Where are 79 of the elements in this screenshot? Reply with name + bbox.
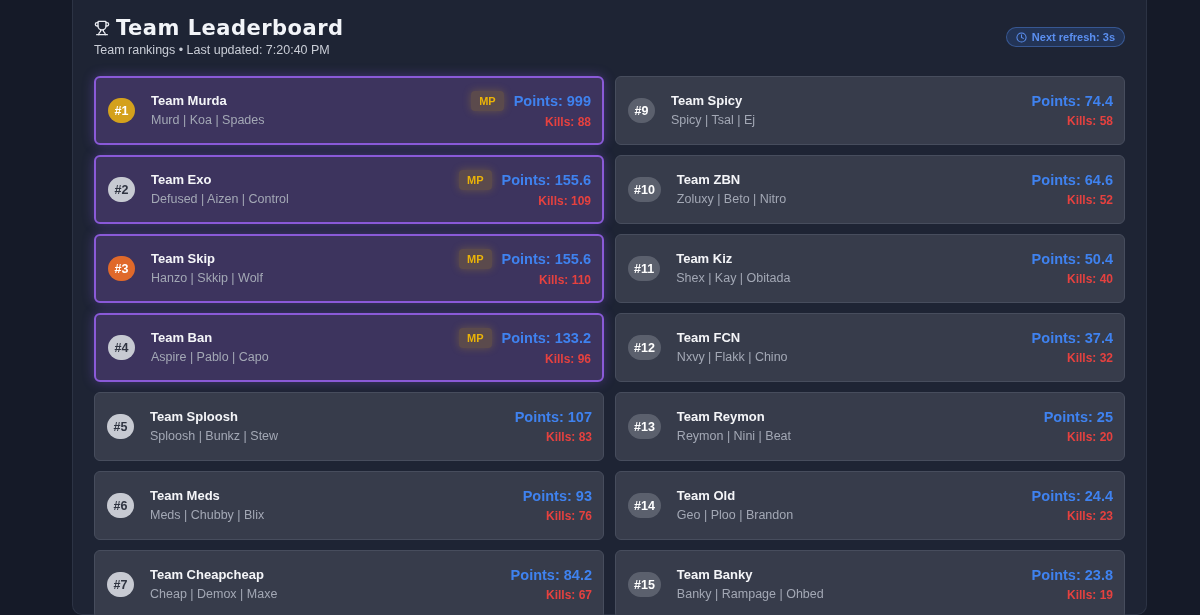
team-players: Nxvy | Flakk | Chino: [676, 349, 789, 365]
team-players: Reymon | Nini | Beat: [676, 428, 793, 444]
team-points: Points: 84.2: [510, 566, 592, 584]
team-kills: Kills: 67: [545, 588, 592, 603]
rank-badge: #15: [628, 572, 661, 597]
rank-badge: #3: [108, 256, 135, 281]
rank-badge: #5: [107, 414, 134, 439]
team-players: Banky | Rampage | Ohbed: [676, 586, 825, 602]
rank-badge: #4: [108, 335, 135, 360]
team-name: Team Skip: [151, 251, 217, 267]
team-name: Team Exo: [151, 172, 213, 188]
refresh-text: Next refresh: 3s: [1031, 31, 1115, 43]
team-players: Meds | Chubby | Blix: [150, 507, 266, 523]
team-name: Team Old: [676, 488, 737, 504]
rank-badge: #2: [108, 177, 135, 202]
team-kills: Kills: 110: [538, 273, 591, 288]
mp-badge: MP: [459, 249, 492, 269]
rank-badge: #11: [628, 256, 661, 281]
team-players: Zoluxy | Beto | Nitro: [676, 191, 788, 207]
team-name: Team Ban: [151, 330, 214, 346]
team-points: Points: 37.4: [1031, 329, 1113, 347]
team-kills: Kills: 96: [544, 352, 591, 367]
mp-badge: MP: [471, 91, 504, 111]
team-name: Team FCN: [676, 330, 742, 346]
leaderboard-title: Team Leaderboard: [116, 16, 344, 40]
clock-icon: [1015, 31, 1027, 43]
team-kills: Kills: 20: [1066, 430, 1113, 445]
team-kills: Kills: 52: [1066, 193, 1113, 208]
team-kills: Kills: 88: [544, 115, 591, 130]
team-name: Team Kiz: [676, 251, 734, 267]
rank-badge: #6: [107, 493, 134, 518]
rank-badge: #9: [628, 98, 655, 123]
team-points: Points: 74.4: [1031, 92, 1113, 110]
team-points: Points: 24.4: [1031, 487, 1113, 505]
team-points: Points: 107: [514, 408, 592, 426]
team-points: Points: 155.6: [501, 250, 591, 268]
team-players: Cheap | Demox | Maxe: [150, 586, 279, 602]
team-kills: Kills: 40: [1066, 272, 1113, 287]
team-kills: Kills: 58: [1066, 114, 1113, 129]
rank-badge: #13: [628, 414, 661, 439]
team-points: Points: 64.6: [1031, 171, 1113, 189]
team-players: Sploosh | Bunkz | Stew: [150, 428, 280, 444]
team-players: Spicy | Tsal | Ej: [671, 112, 757, 128]
team-points: Points: 50.4: [1031, 250, 1113, 268]
last-updated-text: Team rankings • Last updated: 7:20:40 PM: [94, 43, 331, 58]
team-name: Team Meds: [150, 488, 221, 504]
rank-badge: #14: [628, 493, 661, 518]
team-kills: Kills: 83: [545, 430, 592, 445]
team-kills: Kills: 19: [1066, 588, 1113, 603]
team-name: Team Sploosh: [150, 409, 239, 425]
team-points: Points: 23.8: [1031, 566, 1113, 584]
mp-badge: MP: [459, 170, 492, 190]
team-players: Hanzo | Skkip | Wolf: [151, 270, 264, 286]
team-players: Murd | Koa | Spades: [151, 112, 266, 128]
team-points: Points: 133.2: [501, 329, 591, 347]
rank-badge: #7: [107, 572, 134, 597]
rank-badge: #1: [108, 98, 135, 123]
team-kills: Kills: 76: [545, 509, 592, 524]
team-name: Team Cheapcheap: [150, 567, 265, 583]
team-players: Defused | Aizen | Control: [151, 191, 290, 207]
team-kills: Kills: 32: [1066, 351, 1113, 366]
team-name: Team ZBN: [676, 172, 742, 188]
trophy-icon: [94, 20, 110, 36]
team-kills: Kills: 109: [538, 194, 591, 209]
team-players: Shex | Kay | Obitada: [676, 270, 792, 286]
rank-badge: #12: [628, 335, 661, 360]
rank-badge: #10: [628, 177, 661, 202]
team-kills: Kills: 23: [1066, 509, 1113, 524]
team-points: Points: 999: [513, 92, 591, 110]
team-name: Team Murda: [151, 93, 228, 109]
mp-badge: MP: [459, 328, 492, 348]
team-players: Aspire | Pablo | Capo: [151, 349, 270, 365]
team-players: Geo | Ploo | Brandon: [676, 507, 795, 523]
team-name: Team Reymon: [676, 409, 766, 425]
team-name: Team Spicy: [671, 93, 744, 109]
team-points: Points: 93: [522, 487, 592, 505]
team-points: Points: 25: [1043, 408, 1113, 426]
team-points: Points: 155.6: [501, 171, 591, 189]
team-name: Team Banky: [676, 567, 754, 583]
